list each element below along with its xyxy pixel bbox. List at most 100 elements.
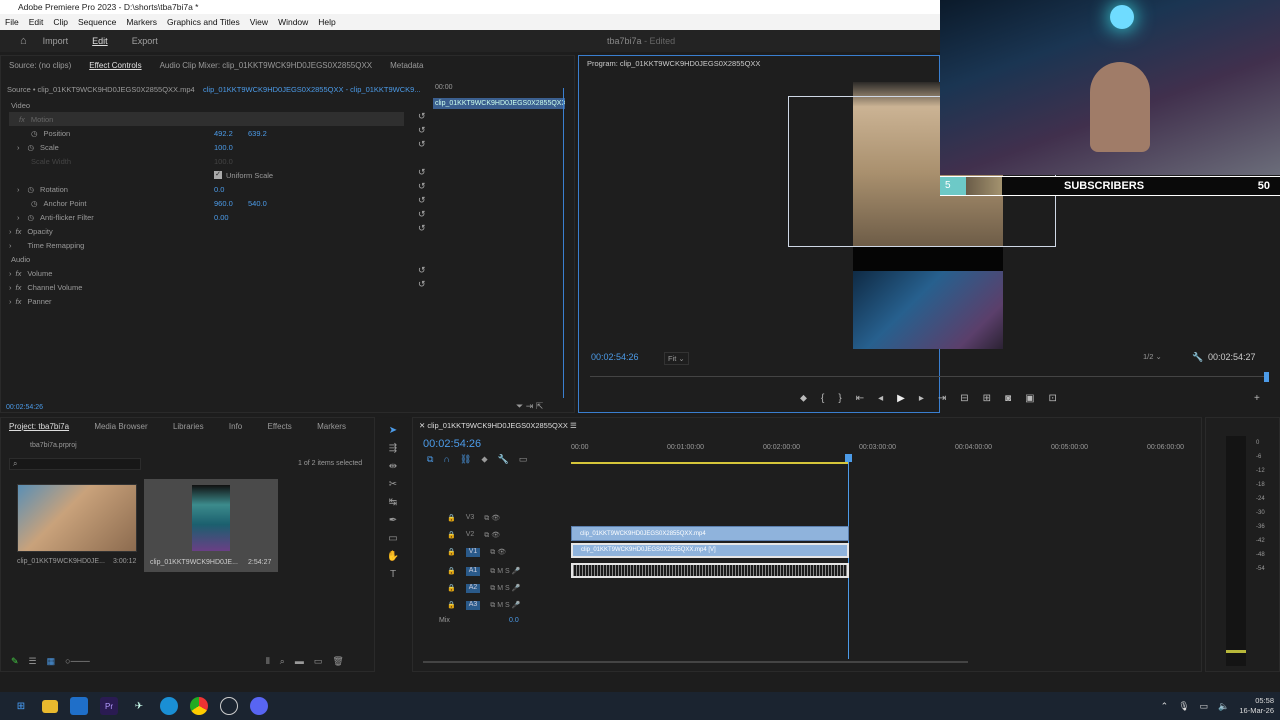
extract-icon[interactable]: ⊞ (983, 393, 991, 404)
menu-item-markers[interactable]: Markers (126, 14, 157, 30)
tab-effects[interactable]: Effects (268, 422, 292, 431)
chrome-icon[interactable] (190, 697, 208, 715)
rectangle-icon[interactable]: ▭ (388, 533, 397, 544)
position-x[interactable]: 492.2 (214, 126, 233, 140)
settings-icon[interactable]: 🔧 (498, 454, 509, 465)
find-icon[interactable]: ⌕ (280, 656, 285, 667)
add-marker-icon[interactable]: ⬥ (481, 454, 487, 465)
snap-icon[interactable]: ∩ (443, 454, 449, 465)
zoom-slider-icon[interactable]: ○─── (65, 656, 90, 667)
go-to-out-icon[interactable]: ⇥ (938, 393, 946, 404)
time-remap-row[interactable]: › Time Remapping (9, 238, 84, 252)
scale-value[interactable]: 100.0 (214, 140, 233, 154)
step-back-icon[interactable]: ◂ (878, 393, 883, 404)
track-header-v2[interactable]: 🔒 V2 ⧉ 👁 (447, 531, 500, 540)
tab-audio-mixer[interactable]: Audio Clip Mixer: clip_01KKT9WCK9HD0JEGS… (160, 61, 373, 70)
motion-row[interactable]: fx Motion (9, 112, 404, 126)
premiere-icon[interactable]: Pr (100, 697, 118, 715)
trash-icon[interactable]: 🗑 (332, 656, 343, 667)
track-header-v3[interactable]: 🔒 V3 ⧉ 👁 (447, 514, 500, 523)
source-link[interactable]: clip_01KKT9WCK9HD0JEGS0X2855QXX - clip_0… (203, 85, 421, 94)
lock-icon[interactable]: 🔒 (447, 531, 456, 540)
menu-item-clip[interactable]: Clip (53, 14, 68, 30)
track-visibility-icon[interactable]: ⧉ 👁 (484, 531, 500, 540)
track-select-icon[interactable]: ⇶ (389, 443, 397, 454)
anchor-y[interactable]: 540.0 (248, 196, 267, 210)
tab-info[interactable]: Info (229, 422, 242, 431)
menu-item-edit[interactable]: Edit (29, 14, 44, 30)
windows-icon[interactable]: ⊞ (12, 697, 30, 715)
track-label[interactable]: A3 (465, 601, 481, 610)
mini-clip[interactable]: clip_01KKT9WCK9HD0JEGS0X2855QXX (433, 98, 565, 109)
anchor-x[interactable]: 960.0 (214, 196, 233, 210)
new-item-icon[interactable]: ▭ (314, 656, 323, 667)
track-header-a1[interactable]: 🔒 A1 ⧉ M S 🎤 (447, 567, 520, 576)
tab-edit[interactable]: Edit (92, 36, 108, 46)
tab-media-browser[interactable]: Media Browser (94, 422, 147, 431)
channel-volume-row[interactable]: › fx Channel Volume (9, 280, 82, 294)
lock-icon[interactable]: 🔒 (447, 567, 456, 576)
mix-value[interactable]: 0.0 (509, 617, 519, 624)
track-label[interactable]: A2 (465, 584, 481, 593)
clip-v1[interactable]: clip_01KKT9WCK9HD0JEGS0X2855QXX.mp4 [V] (571, 543, 849, 558)
reset-icon[interactable]: ↺ (418, 125, 426, 136)
app-icon[interactable] (220, 697, 238, 715)
tab-import[interactable]: Import (43, 36, 69, 46)
rotation-value[interactable]: 0.0 (214, 182, 224, 196)
program-title[interactable]: Program: clip_01KKT9WCK9HD0JEGS0X2855QXX (587, 59, 760, 68)
discord-icon[interactable] (250, 697, 268, 715)
clip-v2[interactable]: clip_01KKT9WCK9HD0JEGS0X2855QXX.mp4 (571, 526, 849, 541)
track-label[interactable]: V2 (466, 531, 475, 540)
automate-icon[interactable]: ⫴ (266, 656, 270, 667)
timeline-scrollbar[interactable] (423, 661, 968, 663)
lock-icon[interactable]: 🔒 (447, 514, 456, 523)
lock-icon[interactable]: 🔒 (447, 548, 456, 557)
track-visibility-icon[interactable]: ⧉ 👁 (484, 514, 500, 523)
reset-icon[interactable]: ↺ (418, 265, 426, 276)
file-explorer-icon[interactable] (42, 699, 58, 713)
track-label[interactable]: V1 (465, 548, 481, 557)
work-area-bar[interactable] (571, 462, 849, 464)
reset-icon[interactable]: ↺ (418, 279, 426, 290)
nest-icon[interactable]: ⧉ (427, 454, 433, 465)
timeline-timecode[interactable]: 00:02:54:26 (423, 438, 481, 450)
panner-row[interactable]: › fx Panner (9, 294, 52, 308)
tab-markers[interactable]: Markers (317, 422, 346, 431)
reset-icon[interactable]: ↺ (418, 223, 426, 234)
razor-icon[interactable]: ✂ (389, 479, 397, 490)
tab-export[interactable]: Export (132, 36, 158, 46)
effect-timecode[interactable]: 00:02:54:26 (6, 404, 43, 411)
reset-icon[interactable]: ↺ (418, 181, 426, 192)
lift-icon[interactable]: ⊟ (960, 393, 968, 404)
tab-metadata[interactable]: Metadata (390, 61, 423, 70)
go-to-in-icon[interactable]: ⇤ (856, 393, 864, 404)
chevron-up-icon[interactable]: ⌃ (1161, 701, 1169, 712)
menu-item-sequence[interactable]: Sequence (78, 14, 116, 30)
edge-icon[interactable] (160, 697, 178, 715)
menu-item-file[interactable]: File (5, 14, 19, 30)
tab-effect-controls[interactable]: Effect Controls (89, 61, 141, 70)
filter-icon[interactable]: ⏷ ⇥ ⇱ (516, 401, 543, 412)
reset-icon[interactable]: ↺ (418, 209, 426, 220)
track-header-v1[interactable]: 🔒 V1 ⧉ 👁 (447, 548, 506, 557)
track-header-a2[interactable]: 🔒 A2 ⧉ M S 🎤 (447, 584, 520, 593)
clip-thumbnail[interactable] (17, 484, 137, 552)
pen-icon[interactable]: ✒ (389, 515, 397, 526)
vr-icon[interactable]: ⊡ (1049, 393, 1057, 404)
menu-item-graphics-and-titles[interactable]: Graphics and Titles (167, 14, 240, 30)
linked-icon[interactable]: ⛓ (460, 454, 471, 465)
tab-source[interactable]: Source: (no clips) (9, 61, 71, 70)
reset-icon[interactable]: ↺ (418, 111, 426, 122)
track-visibility-icon[interactable]: ⧉ 👁 (490, 548, 506, 557)
track-label[interactable]: V3 (466, 514, 475, 523)
camera-icon[interactable]: ◙ (1005, 393, 1011, 404)
sequence-thumbnail[interactable] (192, 485, 230, 551)
mark-out-icon[interactable]: } (838, 393, 841, 404)
track-label[interactable]: A1 (465, 567, 481, 576)
pencil-icon[interactable]: ✎ (11, 656, 19, 667)
hand-icon[interactable]: ✋ (387, 551, 399, 562)
steam-icon[interactable]: ✈ (130, 697, 148, 715)
program-timecode[interactable]: 00:02:54:26 (591, 352, 639, 362)
clip-a1[interactable] (571, 563, 849, 578)
captions-icon[interactable]: ▭ (519, 454, 528, 465)
